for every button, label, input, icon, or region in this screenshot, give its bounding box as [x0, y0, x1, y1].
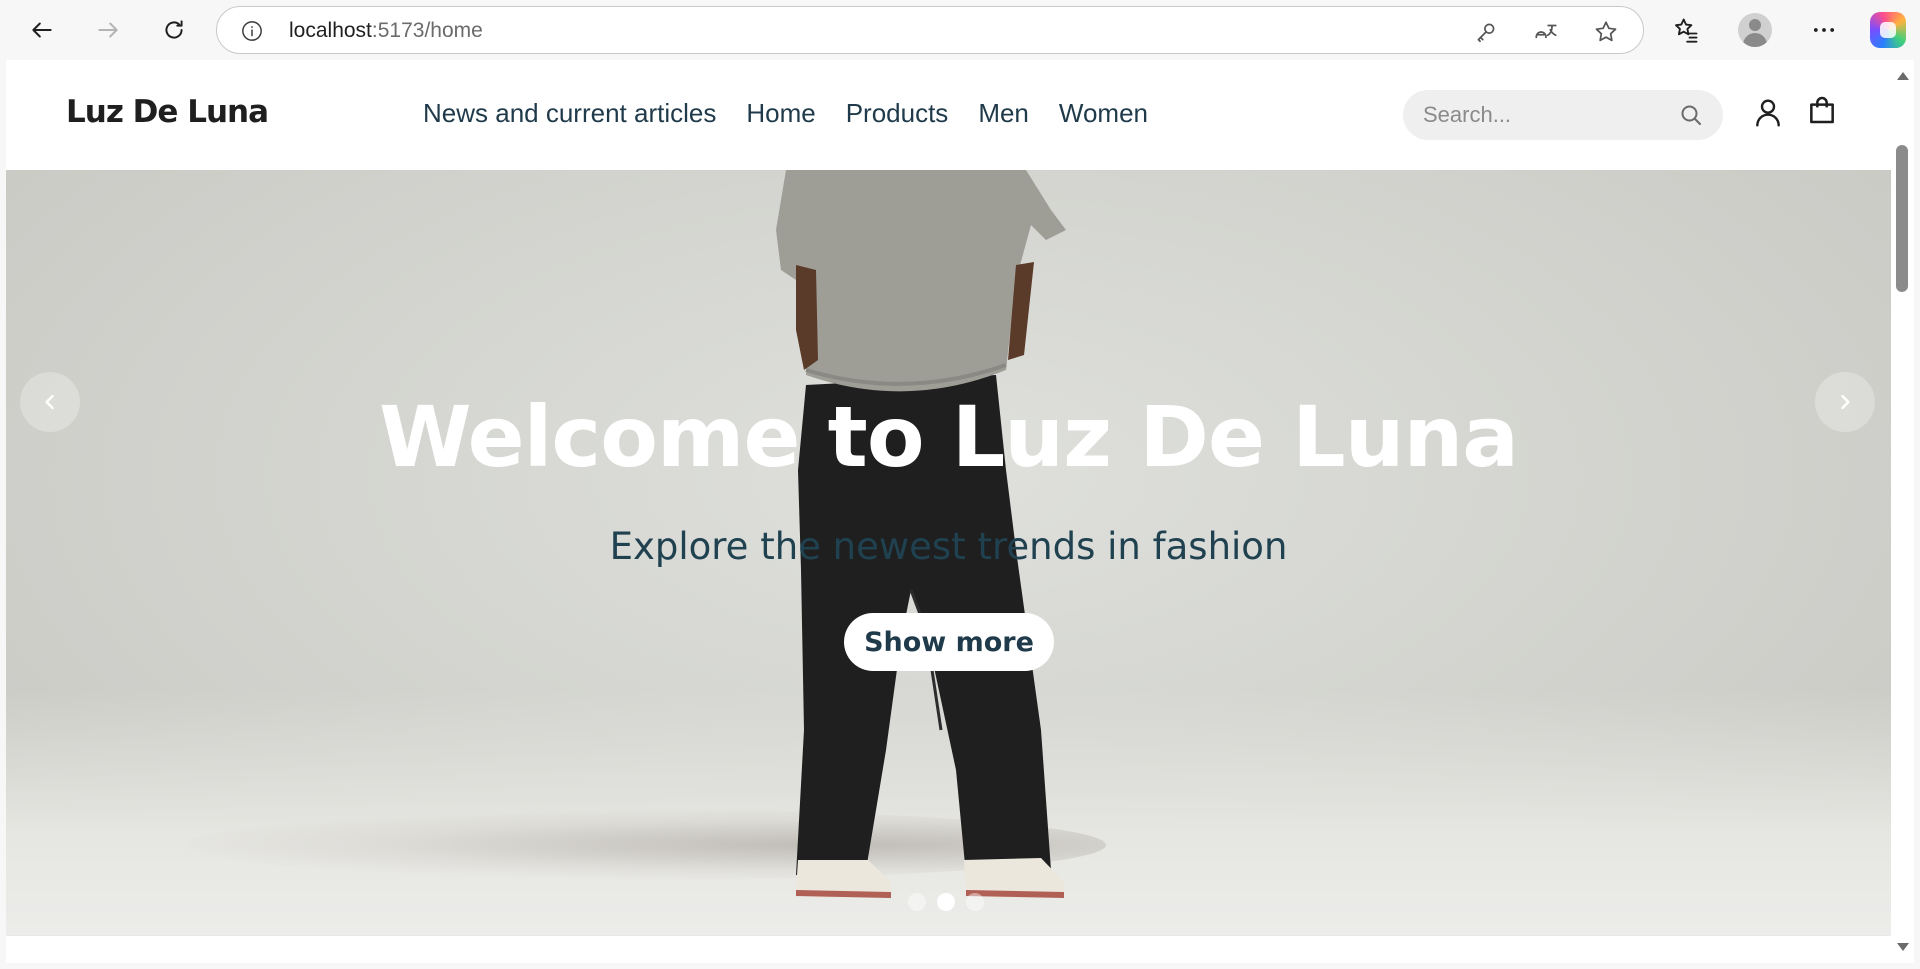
copilot-icon[interactable]: [1870, 12, 1906, 48]
carousel-dot-1[interactable]: [908, 893, 926, 911]
translate-icon[interactable]: [1533, 19, 1559, 45]
nav-women[interactable]: Women: [1059, 98, 1148, 129]
user-icon[interactable]: [1752, 96, 1784, 128]
show-more-button[interactable]: Show more: [844, 613, 1054, 671]
site-logo[interactable]: Luz De Luna: [66, 94, 269, 130]
more-dots-icon: [1813, 28, 1835, 32]
next-section: [6, 935, 1891, 963]
scrollbar-thumb[interactable]: [1896, 145, 1908, 292]
profile-avatar[interactable]: [1738, 13, 1772, 47]
nav-home[interactable]: Home: [746, 98, 815, 129]
back-button[interactable]: [20, 10, 64, 50]
main-nav: News and current articles Home Products …: [423, 98, 1148, 129]
password-key-icon[interactable]: [1473, 19, 1499, 45]
avatar-body: [1743, 33, 1767, 47]
scroll-up-arrow-icon[interactable]: [1897, 72, 1909, 80]
browser-toolbar: localhost:5173/home: [0, 0, 1920, 60]
reload-icon: [165, 20, 183, 39]
search-icon[interactable]: [1679, 103, 1703, 127]
search-box: [1403, 90, 1723, 140]
carousel-dot-3[interactable]: [966, 893, 984, 911]
page-viewport: Luz De Luna News and current articles Ho…: [6, 60, 1891, 963]
site-header: Luz De Luna News and current articles Ho…: [6, 60, 1891, 170]
scroll-down-arrow-icon[interactable]: [1897, 943, 1909, 951]
more-options-button[interactable]: [1806, 12, 1842, 48]
hero-subtitle: Explore the newest trends in fashion: [609, 525, 1288, 568]
hero-title: Welcome to Luz De Luna: [379, 388, 1519, 486]
search-input[interactable]: [1423, 99, 1673, 131]
forward-button[interactable]: [86, 10, 130, 50]
url-host: localhost: [289, 19, 372, 42]
nav-men[interactable]: Men: [978, 98, 1029, 129]
favorites-button[interactable]: [1668, 12, 1704, 48]
hero-carousel: Welcome to Luz De Luna Explore the newes…: [6, 170, 1891, 935]
nav-news[interactable]: News and current articles: [423, 98, 716, 129]
favorites-list-icon: [1675, 18, 1698, 43]
page-scrollbar[interactable]: [1891, 60, 1914, 963]
url-path: :5173/home: [371, 19, 483, 42]
back-arrow-icon: [32, 22, 52, 38]
address-bar[interactable]: localhost:5173/home: [216, 6, 1644, 54]
shopping-bag-icon[interactable]: [1806, 94, 1838, 126]
site-info-icon[interactable]: [241, 20, 263, 42]
avatar-head: [1749, 19, 1761, 31]
reload-button[interactable]: [152, 10, 196, 50]
url-text[interactable]: localhost:5173/home: [289, 19, 483, 43]
favorite-star-icon[interactable]: [1593, 19, 1619, 45]
carousel-dot-2[interactable]: [937, 893, 955, 911]
nav-products[interactable]: Products: [846, 98, 949, 129]
forward-arrow-icon: [98, 22, 118, 38]
carousel-indicators: [908, 893, 984, 911]
